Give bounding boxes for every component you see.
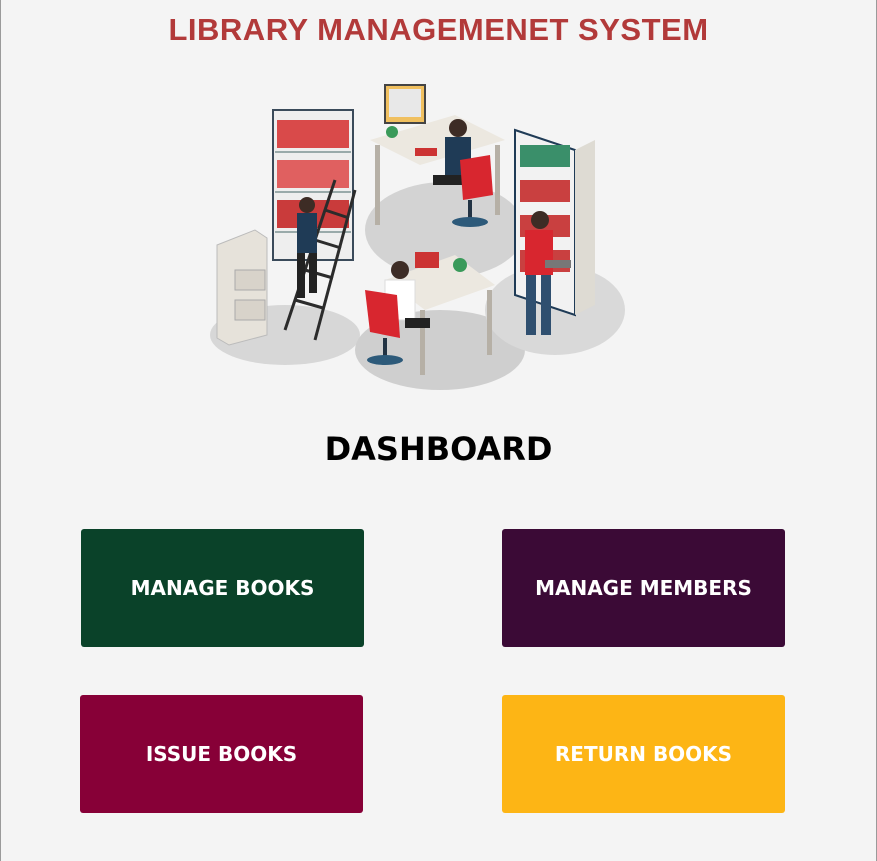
library-illustration [210,84,625,390]
return-books-label: RETURN BOOKS [554,742,733,766]
manage-books-label: MANAGE BOOKS [130,576,315,600]
app-title: LIBRARY MANAGEMENET SYSTEM [168,12,709,47]
manage-books-button[interactable]: MANAGE BOOKS [81,529,364,647]
issue-books-button[interactable]: ISSUE BOOKS [80,695,363,813]
issue-books-label: ISSUE BOOKS [145,742,298,766]
dashboard-title: DASHBOARD [324,430,553,468]
manage-members-label: MANAGE MEMBERS [535,576,752,600]
manage-members-button[interactable]: MANAGE MEMBERS [502,529,785,647]
return-books-button[interactable]: RETURN BOOKS [502,695,785,813]
